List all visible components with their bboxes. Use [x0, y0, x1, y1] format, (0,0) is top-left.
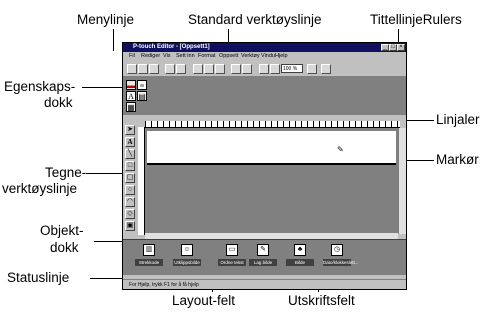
menu-format[interactable]: Format	[198, 52, 215, 61]
menu-layout[interactable]: Oppsett	[219, 52, 238, 61]
rectangle-icon[interactable]: □	[125, 161, 135, 171]
leader-linjaler	[404, 120, 434, 121]
maximize-button[interactable]: □	[389, 44, 397, 51]
menu-view[interactable]: Vis	[163, 52, 171, 61]
help-icon[interactable]	[321, 64, 331, 74]
page-property-icon[interactable]: ▬	[126, 80, 136, 90]
arrange-text-icon: ▭	[226, 244, 238, 256]
print-area[interactable]: ✎	[147, 131, 396, 165]
ellipse-icon[interactable]: ○	[125, 185, 135, 195]
arrange-text-label: Ordne tekst	[218, 259, 246, 266]
callout-egenskaps-2: dokk	[44, 95, 73, 110]
leader-tegne	[86, 173, 124, 174]
frame-icon[interactable]: ▣	[125, 221, 135, 231]
menu-insert[interactable]: Sett inn	[176, 52, 195, 61]
close-button[interactable]: ×	[397, 44, 405, 51]
horizontal-scrollbar[interactable]	[145, 232, 398, 239]
callout-tittellinje: TittellinjeRulers	[370, 12, 462, 27]
menu-bar: Fil Rediger Vis Sett inn Format Oppsett …	[123, 52, 406, 61]
cursor-icon[interactable]: ➤	[125, 125, 135, 135]
vertical-ruler	[138, 127, 145, 235]
callout-tegne-1: Tegne-	[45, 165, 87, 180]
zoom-down-icon[interactable]	[307, 64, 317, 74]
callout-tegne-2: verktøyslinje	[2, 181, 78, 196]
redo-icon[interactable]	[242, 64, 252, 74]
minimize-button[interactable]: _	[381, 44, 389, 51]
callout-linjaler: Linjaler	[436, 112, 480, 127]
menu-help[interactable]: Hjelp	[275, 52, 288, 61]
clipart-label: Utklippsbilde	[173, 259, 201, 266]
clipart-object[interactable]: ☺ Utklippsbilde	[173, 244, 201, 272]
image-property-icon[interactable]: ▦	[126, 102, 136, 112]
clipart-icon: ☺	[181, 244, 193, 256]
arc-icon[interactable]: ◠	[125, 197, 135, 207]
menu-edit[interactable]: Rediger	[141, 52, 160, 61]
status-bar: For Hjelp, trykk F1 for å få hjelp	[123, 279, 406, 289]
zoom-select[interactable]: 100 %	[281, 64, 303, 73]
vertical-scrollbar[interactable]	[398, 128, 406, 234]
front-icon[interactable]	[259, 64, 269, 74]
copy-icon[interactable]	[204, 64, 214, 74]
undo-icon[interactable]	[231, 64, 241, 74]
preview-icon[interactable]	[176, 64, 186, 74]
save-icon[interactable]	[149, 64, 159, 74]
drawing-toolbar: ➤ A ╲ □ ▢ ○ ◠ ◇ ▣	[123, 119, 136, 237]
callout-utskriftsfelt: Utskriftsfelt	[288, 293, 355, 308]
picture-icon: ✎	[257, 244, 269, 256]
text-property-icon[interactable]: A	[126, 91, 136, 101]
arrange-text-object[interactable]: ▭ Ordne tekst	[218, 244, 246, 272]
print-icon[interactable]	[165, 64, 175, 74]
datetime-object[interactable]: ◷ Dato/klokkeslett...	[323, 244, 359, 272]
mouse-cursor-icon: ✎	[337, 145, 344, 154]
menu-window[interactable]: Vindu	[261, 52, 275, 61]
open-icon[interactable]	[138, 64, 148, 74]
datetime-label: Dato/klokkeslett...	[323, 259, 359, 266]
callout-objekt-1: Objekt-	[40, 223, 84, 238]
make-picture-label: Lag bilde	[249, 259, 277, 266]
status-text: For Hjelp, trykk F1 for å få hjelp	[129, 282, 199, 288]
callout-layout-felt: Layout-felt	[172, 293, 236, 308]
leader-menylinje	[113, 29, 114, 51]
property-dock: ▬ ≡ A ▤ ▦	[123, 77, 406, 115]
window-title: P-touch Editor - [Oppsett1]	[133, 44, 210, 50]
rounded-rect-icon[interactable]: ▢	[125, 173, 135, 183]
leader-statuslinje	[90, 278, 124, 279]
back-icon[interactable]	[270, 64, 280, 74]
image-object[interactable]: ♣ Bilde	[286, 244, 314, 272]
menu-file[interactable]: Fil	[129, 52, 135, 61]
polygon-icon[interactable]: ◇	[125, 209, 135, 219]
layout-property-icon[interactable]: ▤	[137, 91, 147, 101]
callout-objekt-2: dokk	[50, 240, 79, 255]
barcode-object[interactable]: ▥ Strekkode	[135, 244, 163, 272]
barcode-icon: ▥	[143, 244, 155, 256]
text-icon[interactable]: A	[125, 137, 135, 147]
datetime-icon: ◷	[331, 244, 343, 256]
horizontal-ruler	[145, 121, 400, 128]
leader-objekt	[94, 241, 124, 242]
image-icon: ♣	[294, 244, 306, 256]
standard-toolbar: 100 %	[123, 61, 406, 77]
callout-egenskaps-1: Egenskaps-	[4, 79, 76, 94]
layout-area[interactable]: ✎	[145, 128, 398, 234]
line-icon[interactable]: ╲	[125, 149, 135, 159]
p-touch-editor-window: P-touch Editor - [Oppsett1] _ □ × Fil Re…	[122, 42, 407, 290]
title-bar: P-touch Editor - [Oppsett1] _ □ ×	[123, 43, 406, 52]
callout-markor: Markør	[436, 152, 479, 167]
object-dock: ▥ Strekkode ☺ Utklippsbilde ▭ Ordne teks…	[123, 239, 406, 275]
callout-standard-toolbar: Standard verktøyslinje	[188, 12, 322, 27]
barcode-label: Strekkode	[135, 259, 163, 266]
font-property-icon[interactable]: ≡	[137, 80, 147, 90]
callout-menylinje: Menylinje	[77, 12, 135, 27]
image-label: Bilde	[286, 259, 314, 266]
callout-statuslinje: Statuslinje	[7, 270, 70, 285]
menu-tools[interactable]: Verktøy	[241, 52, 260, 61]
make-picture-object[interactable]: ✎ Lag bilde	[249, 244, 277, 272]
leader-egenskaps	[82, 87, 124, 88]
paste-icon[interactable]	[215, 64, 225, 74]
cut-icon[interactable]	[193, 64, 203, 74]
new-icon[interactable]	[127, 64, 137, 74]
